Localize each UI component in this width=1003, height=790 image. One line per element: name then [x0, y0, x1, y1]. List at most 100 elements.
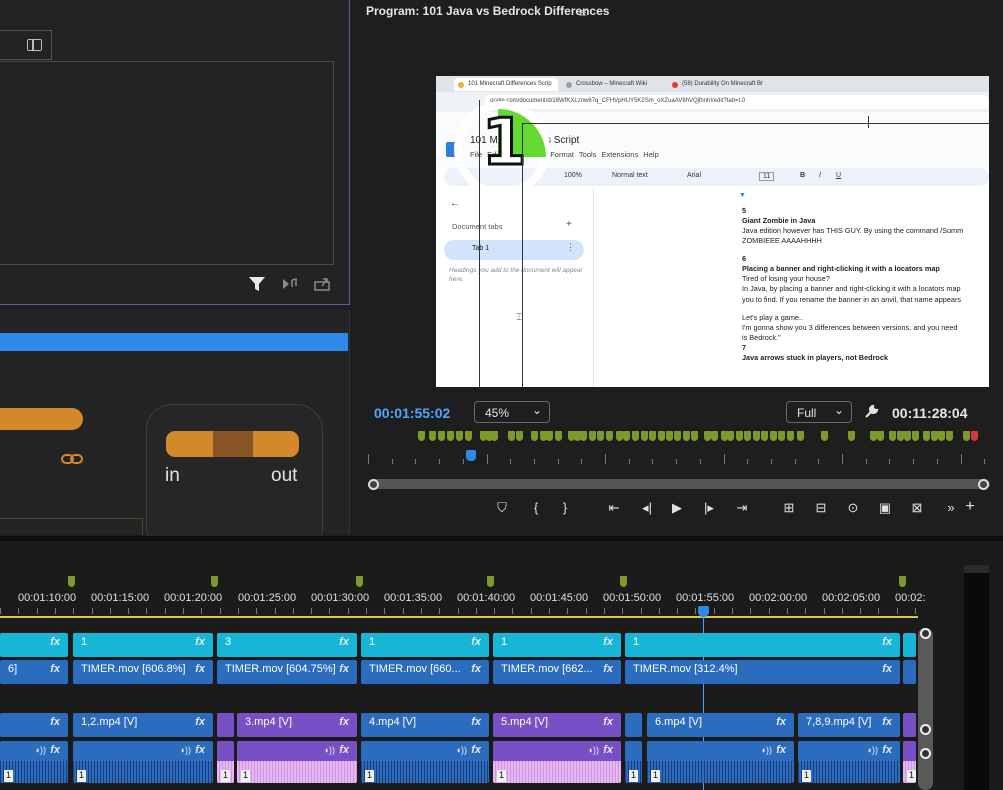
marker[interactable]	[744, 431, 751, 441]
marker[interactable]	[418, 431, 425, 441]
audio-clip[interactable]: ◖)) fx 1	[493, 741, 621, 783]
marker[interactable]	[787, 431, 794, 441]
marker[interactable]	[889, 431, 896, 441]
marker[interactable]	[870, 431, 877, 441]
current-timecode[interactable]: 00:01:55:02	[374, 405, 450, 421]
program-title[interactable]: Program: 101 Java vs Bedrock Differences	[366, 4, 609, 18]
add-button-icon[interactable]: +	[960, 498, 980, 516]
go-to-out-icon[interactable]: ⇥	[732, 500, 752, 516]
monitor-time-ruler[interactable]	[368, 448, 990, 464]
marker[interactable]	[606, 431, 613, 441]
marker[interactable]	[770, 431, 777, 441]
video-clip-v1[interactable]: 5.mp4 [V] fx	[493, 713, 621, 737]
video-clip-v2[interactable]: TIMER.mov [606.8%] fx	[73, 660, 213, 684]
video-clip-v3[interactable]: 3 fx	[217, 633, 357, 657]
audio-clip[interactable]: ◖)) fx 1	[237, 741, 357, 783]
marker[interactable]	[616, 431, 623, 441]
marker[interactable]	[456, 431, 463, 441]
video-clip-v3[interactable]: fx	[0, 633, 68, 657]
audio-clip[interactable]: ◖)) fx 1	[361, 741, 489, 783]
marker[interactable]	[923, 431, 930, 441]
audio-clip[interactable]: ◖)) fx 1	[798, 741, 900, 783]
panel-toggle-icon[interactable]	[27, 39, 42, 51]
video-clip-v1[interactable]: 3.mp4 [V] fx	[237, 713, 357, 737]
video-clip-v1[interactable]: 1,2.mp4 [V] fx	[73, 713, 213, 737]
marker[interactable]	[674, 431, 681, 441]
timeline-playhead[interactable]	[698, 606, 709, 617]
monitor-zoom-scrollbar[interactable]	[372, 479, 990, 489]
video-clip-v1[interactable]: 7,8,9.mp4 [V] fx	[798, 713, 900, 737]
timeline-marker[interactable]	[620, 576, 627, 587]
marker[interactable]	[963, 431, 970, 441]
marker[interactable]	[912, 431, 919, 441]
video-clip-v2[interactable]	[903, 660, 916, 684]
timeline-marker[interactable]	[487, 576, 494, 587]
timeline-time-ruler[interactable]: 00:01:10:00 00:01:15:00 00:01:20:00 00:01:2…	[0, 592, 926, 618]
marker[interactable]	[597, 431, 604, 441]
in-out-range-selection[interactable]	[213, 431, 253, 457]
scrollbar-handle[interactable]	[920, 748, 931, 759]
marker[interactable]	[641, 431, 648, 441]
video-clip-v3[interactable]: 1 fx	[73, 633, 213, 657]
timeline-marker[interactable]	[211, 576, 218, 587]
more-controls-icon[interactable]: »	[941, 500, 961, 515]
marker[interactable]	[931, 431, 938, 441]
video-clip-v2[interactable]: 6] fx	[0, 660, 68, 684]
marker[interactable]	[516, 431, 523, 441]
camera-icon[interactable]: ⊙	[843, 500, 863, 516]
marker[interactable]	[971, 431, 978, 441]
video-clip-v1[interactable]: 6.mp4 [V] fx	[647, 713, 794, 737]
audio-clip[interactable]: ◖)) fx 1	[73, 741, 213, 783]
marker[interactable]	[683, 431, 690, 441]
in-out-range-bar[interactable]	[166, 431, 299, 457]
video-clip-v3[interactable]: 1 fx	[625, 633, 900, 657]
audio-clip[interactable]: 1	[903, 741, 916, 783]
marker[interactable]	[623, 431, 630, 441]
filter-icon[interactable]	[248, 276, 266, 292]
step-forward-icon[interactable]: |▸	[699, 500, 719, 516]
video-clip-v3[interactable]: 1 fx	[361, 633, 489, 657]
video-clip-v1[interactable]: 4.mp4 [V] fx	[361, 713, 489, 737]
marker[interactable]	[447, 431, 454, 441]
audio-clip[interactable]: ◖)) fx 1	[0, 741, 68, 783]
marker[interactable]	[797, 431, 804, 441]
video-clip-v1[interactable]	[625, 713, 642, 737]
marker[interactable]	[946, 431, 953, 441]
export-icon[interactable]	[313, 276, 331, 292]
marker[interactable]	[778, 431, 785, 441]
marker[interactable]	[904, 431, 911, 441]
marker[interactable]	[531, 431, 538, 441]
marker[interactable]	[632, 431, 639, 441]
video-clip-v3[interactable]: 1 fx	[493, 633, 621, 657]
marker[interactable]	[546, 431, 553, 441]
vr-video-icon[interactable]: ⊠	[907, 500, 927, 516]
timeline-marker[interactable]	[356, 576, 363, 587]
video-clip-v2[interactable]: TIMER.mov [312.4%] fx	[625, 660, 900, 684]
marker[interactable]	[429, 431, 436, 441]
marker[interactable]	[649, 431, 656, 441]
audio-clip[interactable]: 1	[625, 741, 642, 783]
marker[interactable]	[711, 431, 718, 441]
link-icon[interactable]	[61, 450, 83, 468]
play-icon[interactable]: ▶	[667, 500, 687, 516]
mark-out-icon[interactable]: }	[555, 500, 575, 515]
transition-bar[interactable]	[0, 408, 83, 430]
timeline-marker[interactable]	[899, 576, 906, 587]
lift-icon[interactable]: ⊞	[779, 500, 799, 516]
audio-track-icon[interactable]	[281, 276, 299, 292]
marker[interactable]	[491, 431, 498, 441]
video-clip-v1[interactable]	[903, 713, 916, 737]
marker[interactable]	[704, 431, 711, 441]
go-to-in-icon[interactable]: ⇤	[604, 500, 624, 516]
marker[interactable]	[877, 431, 884, 441]
marker[interactable]	[666, 431, 673, 441]
marker[interactable]	[438, 431, 445, 441]
add-marker-icon[interactable]: ⛉	[492, 500, 512, 516]
marker[interactable]	[848, 431, 855, 441]
marker[interactable]	[465, 431, 472, 441]
timeline-marker[interactable]	[68, 576, 75, 587]
marker[interactable]	[580, 431, 587, 441]
step-back-icon[interactable]: ◂|	[637, 500, 657, 516]
marker[interactable]	[897, 431, 904, 441]
scrollbar-handle[interactable]	[920, 724, 931, 735]
